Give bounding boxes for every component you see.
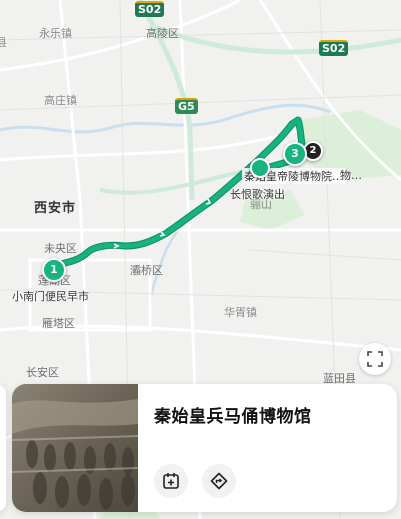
route-marker-1[interactable]: 1 (42, 258, 66, 282)
road-shield-g5: G5 (175, 98, 198, 114)
place-card[interactable]: 秦始皇兵马俑博物馆 (12, 384, 397, 512)
fullscreen-button[interactable] (359, 343, 391, 375)
map-label-changan: 长安区 (26, 366, 59, 379)
place-photo (12, 384, 138, 512)
place-title: 秦始皇兵马俑博物馆 (154, 407, 312, 427)
map-label-xian: 西安市 (34, 201, 77, 216)
road-shield-s02: S02 (319, 40, 349, 56)
previous-place-card[interactable] (0, 384, 6, 512)
map-label-huaxu: 华胥镇 (224, 306, 257, 319)
map-label-yuele: 永乐镇 (39, 27, 72, 40)
calendar-add-icon (163, 473, 179, 489)
poi-label-xiaonanmen[interactable]: 小南门便民早市 (12, 288, 89, 304)
directions-button[interactable] (202, 464, 236, 498)
map-label-gaozhuang: 高庄镇 (44, 94, 77, 107)
map-label-county: 县 (0, 36, 7, 49)
map-label-gaoling: 高陵区 (146, 27, 179, 40)
map-label-weiyang: 未央区 (44, 242, 77, 255)
poi-label-museum-partial[interactable]: 物… (340, 167, 362, 183)
directions-icon (210, 472, 228, 490)
add-to-schedule-button[interactable] (154, 464, 188, 498)
road-shield-s02: S02 (135, 1, 165, 17)
map-label-baqiao: 灞桥区 (130, 264, 163, 277)
map-label-yanta: 雁塔区 (42, 317, 75, 330)
poi-label-changhenge[interactable]: 长恨歌演出 (230, 186, 285, 202)
expand-icon (367, 351, 383, 367)
route-marker-3[interactable]: 3 (283, 142, 307, 166)
route-marker-start-overlap[interactable] (250, 158, 270, 178)
